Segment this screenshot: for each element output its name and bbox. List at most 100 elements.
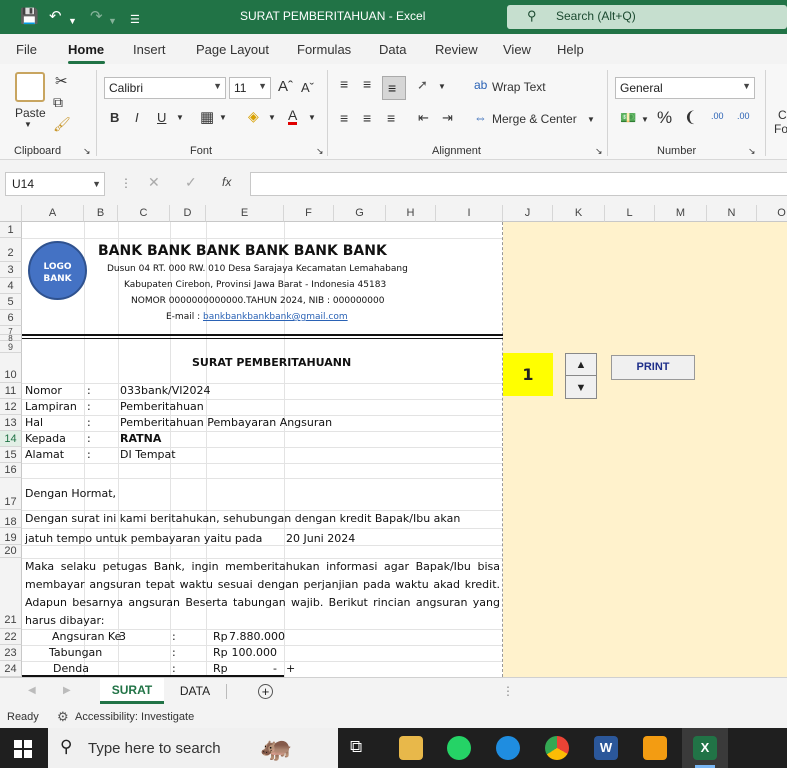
row-header[interactable]: 15 (0, 447, 22, 463)
fill-dropdown-icon[interactable]: ▼ (268, 113, 276, 122)
increase-decimal-icon[interactable]: .00 (711, 111, 724, 121)
windows-start-icon[interactable] (14, 740, 32, 758)
task-view-icon[interactable]: ⧉ (350, 737, 362, 757)
column-header[interactable]: L (605, 205, 655, 222)
save-icon[interactable]: 💾 (20, 8, 39, 26)
font-launcher-icon[interactable]: ↘ (316, 146, 324, 157)
tab-surat[interactable]: SURAT (100, 678, 164, 704)
number-launcher-icon[interactable]: ↘ (748, 146, 756, 157)
customize-toolbar-icon[interactable]: ☰ (130, 11, 140, 29)
alignment-launcher-icon[interactable]: ↘ (595, 146, 603, 157)
row-header[interactable]: 3 (0, 262, 22, 278)
italic-button[interactable]: I (135, 110, 139, 125)
accounting-format-icon[interactable]: 💵 (620, 110, 636, 126)
row-header[interactable]: 22 (0, 629, 22, 645)
insert-function-button[interactable]: fx (222, 175, 231, 189)
row-header[interactable]: 13 (0, 415, 22, 431)
row-header[interactable]: 6 (0, 310, 22, 326)
column-header[interactable]: N (707, 205, 757, 222)
column-header[interactable]: O (757, 205, 787, 222)
font-name-select[interactable]: Calibri ▼ (104, 77, 226, 99)
accessibility-status[interactable]: Accessibility: Investigate (75, 711, 194, 723)
paste-dropdown-icon[interactable]: ▼ (24, 120, 32, 129)
decrease-decimal-icon[interactable]: .00 (737, 111, 750, 121)
merge-dropdown-icon[interactable]: ▼ (587, 115, 595, 124)
email-link[interactable]: bankbankbankbank@gmail.com (203, 312, 348, 322)
align-center-icon[interactable]: ≡ (363, 110, 371, 126)
font-color-icon[interactable]: A (288, 108, 298, 125)
select-all-corner[interactable] (0, 205, 22, 222)
spin-down-icon[interactable]: ▼ (566, 377, 596, 399)
column-header[interactable]: B (84, 205, 118, 222)
row-header[interactable]: 4 (0, 278, 22, 294)
row-header[interactable]: 14 (0, 431, 22, 447)
menu-home[interactable]: Home (68, 42, 104, 57)
row-header[interactable]: 23 (0, 645, 22, 661)
add-sheet-icon[interactable]: + (258, 684, 273, 699)
accounting-dropdown-icon[interactable]: ▼ (641, 115, 649, 124)
whatsapp-icon[interactable] (447, 736, 471, 760)
column-header[interactable]: K (553, 205, 605, 222)
decrease-indent-icon[interactable]: ⇤ (418, 110, 429, 126)
undo-icon[interactable]: ↶ (49, 8, 62, 26)
row-header[interactable]: 16 (0, 463, 22, 478)
menu-formulas[interactable]: Formulas (297, 42, 351, 57)
align-bottom-button[interactable]: ≡ (382, 76, 406, 100)
align-left-icon[interactable]: ≡ (340, 110, 348, 126)
row-header[interactable]: 21 (0, 558, 22, 629)
paste-button[interactable]: Paste (15, 106, 46, 120)
row-header[interactable]: 1 (0, 222, 22, 238)
bold-button[interactable]: B (110, 110, 119, 125)
row-header[interactable]: 2 (0, 238, 22, 262)
name-box[interactable]: U14 ▼ (5, 172, 105, 196)
increase-font-icon[interactable]: Aˆ (278, 78, 293, 95)
format-painter-icon[interactable]: 🖌 (53, 116, 71, 133)
column-header[interactable]: G (334, 205, 386, 222)
print-button[interactable]: PRINT (611, 355, 695, 380)
row-header[interactable]: 11 (0, 383, 22, 399)
row-header[interactable]: 20 (0, 545, 22, 558)
column-header[interactable]: E (206, 205, 284, 222)
fill-color-icon[interactable]: ◈ (248, 108, 259, 125)
column-header[interactable]: F (284, 205, 334, 222)
undo-dropdown-icon[interactable]: ▼ (68, 12, 77, 30)
clipboard-launcher-icon[interactable]: ↘ (83, 146, 91, 157)
file-explorer-icon[interactable] (399, 736, 423, 760)
spin-up-icon[interactable]: ▲ (566, 354, 596, 376)
row-header[interactable]: 12 (0, 399, 22, 415)
column-header[interactable]: J (503, 205, 553, 222)
column-header[interactable]: D (170, 205, 206, 222)
edge-icon[interactable] (496, 736, 520, 760)
copy-icon[interactable]: ⧉ (53, 94, 63, 111)
search-box[interactable]: ⚲ Search (Alt+Q) (507, 5, 787, 29)
increase-indent-icon[interactable]: ⇥ (442, 110, 453, 126)
merge-center-icon[interactable]: ⇔ (474, 110, 487, 125)
menu-review[interactable]: Review (435, 42, 478, 57)
row-header[interactable]: 5 (0, 294, 22, 310)
row-header[interactable]: 18 (0, 510, 22, 528)
borders-dropdown-icon[interactable]: ▼ (219, 113, 227, 122)
menu-view[interactable]: View (503, 42, 531, 57)
row-header[interactable]: 9 (0, 341, 22, 353)
row-header[interactable]: 17 (0, 478, 22, 510)
spin-button[interactable]: ▲ ▼ (565, 353, 597, 399)
merge-center-button[interactable]: Merge & Center (492, 112, 577, 126)
tab-data[interactable]: DATA (172, 678, 218, 704)
sublime-icon[interactable] (643, 736, 667, 760)
orientation-icon[interactable]: ➚ (417, 77, 428, 93)
number-format-select[interactable]: General ▼ (615, 77, 755, 99)
orientation-dropdown-icon[interactable]: ▼ (438, 82, 446, 91)
paste-icon[interactable] (15, 72, 45, 102)
chrome-icon[interactable] (545, 736, 569, 760)
taskbar-search[interactable]: ⚲ Type here to search 🦛 (48, 728, 338, 768)
underline-dropdown-icon[interactable]: ▼ (176, 113, 184, 122)
menu-page-layout[interactable]: Page Layout (196, 42, 269, 57)
column-header[interactable]: H (386, 205, 436, 222)
row-header[interactable]: 10 (0, 353, 22, 383)
row-header[interactable]: 24 (0, 661, 22, 677)
row-header[interactable]: 19 (0, 528, 22, 545)
wrap-text-button[interactable]: Wrap Text (492, 80, 546, 94)
font-color-dropdown-icon[interactable]: ▼ (308, 113, 316, 122)
font-size-select[interactable]: 11 ▼ (229, 77, 271, 99)
formula-input[interactable] (250, 172, 787, 196)
